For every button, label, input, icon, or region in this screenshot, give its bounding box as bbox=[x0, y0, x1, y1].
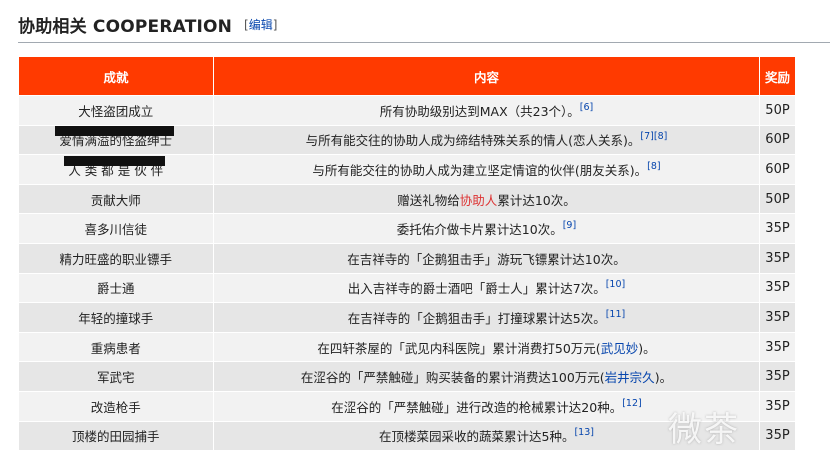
table-row: 军武宅 在涩谷的「严禁触碰」购买装备的累计消费达100万元(岩井宗久)。 35P bbox=[18, 361, 796, 392]
achievement-name: 大怪盗团成立 bbox=[78, 103, 154, 119]
table-row: 爵士通 出入吉祥寺的爵士酒吧「爵士人」累计达7次。[10] 35P bbox=[18, 273, 796, 304]
reward-cell: 35P bbox=[759, 332, 796, 363]
content-text: )。 bbox=[654, 370, 673, 386]
edit-bracket-close: ] bbox=[272, 18, 278, 32]
reference-link[interactable]: [9] bbox=[563, 220, 576, 231]
table-row: 喜多川信徒 委托佑介做卡片累计达10次。[9] 35P bbox=[18, 213, 796, 244]
achievement-name: 年轻的撞球手 bbox=[78, 310, 154, 326]
reward-cell: 35P bbox=[759, 213, 796, 244]
achievement-name-cell: 顶楼的田园捕手 bbox=[18, 421, 214, 452]
reference-link[interactable]: [12] bbox=[622, 398, 642, 409]
reference-link[interactable]: [10] bbox=[606, 279, 626, 290]
table-header-row: 成就 内容 奖励 bbox=[18, 56, 796, 96]
achievement-name: 精力旺盛的职业镖手 bbox=[59, 251, 172, 267]
table-row: 人 类 都 是 伙 伴 与所有能交往的协助人成为建立坚定情谊的伙伴(朋友关系)。[… bbox=[18, 154, 796, 185]
content-text: 在顶楼菜园采收的蔬菜累计达5种。 bbox=[379, 429, 575, 445]
content-link[interactable]: 武见妙 bbox=[601, 341, 639, 356]
redacted-name: 爱情满溢的怪盗绅士 bbox=[55, 125, 174, 149]
achievement-name: 顶楼的田园捕手 bbox=[71, 429, 160, 445]
content-text: 出入吉祥寺的爵士酒吧「爵士人」累计达7次。 bbox=[347, 281, 606, 297]
table-row: 年轻的撞球手 在吉祥寺的「企鹅狙击手」打撞球累计达5次。[11] 35P bbox=[18, 302, 796, 333]
content-text: 在吉祥寺的「企鹅狙击手」打撞球累计达5次。 bbox=[347, 310, 606, 326]
achievement-content-cell: 赠送礼物给协助人累计达10次。 bbox=[213, 184, 760, 215]
header-content: 内容 bbox=[213, 56, 760, 96]
content-text: 赠送礼物给 bbox=[397, 192, 460, 208]
reference-link[interactable]: [8] bbox=[647, 161, 660, 172]
content-text: 在四轩茶屋的「武见内科医院」累计消费打50万元( bbox=[317, 340, 601, 356]
achievement-content-cell: 在吉祥寺的「企鹅狙击手」打撞球累计达5次。[11] bbox=[213, 302, 760, 333]
watermark: 微茶 bbox=[668, 410, 740, 450]
achievement-content-cell: 委托佑介做卡片累计达10次。[9] bbox=[213, 213, 760, 244]
reward-cell: 35P bbox=[759, 361, 796, 392]
achievement-name-cell: 年轻的撞球手 bbox=[18, 302, 214, 333]
content-link[interactable]: 岩井宗久 bbox=[605, 370, 655, 385]
reference-link[interactable]: [11] bbox=[606, 309, 626, 320]
achievements-table: 成就 内容 奖励 大怪盗团成立 所有协助级别达到MAX（共23个）。[6] 50P 爱… bbox=[18, 56, 796, 452]
reward-cell: 35P bbox=[759, 243, 796, 274]
achievement-name-cell: 大怪盗团成立 bbox=[18, 95, 214, 126]
achievement-name-cell: 精力旺盛的职业镖手 bbox=[18, 243, 214, 274]
reference-link[interactable]: [6] bbox=[580, 102, 593, 113]
achievement-name: 重病患者 bbox=[90, 340, 141, 356]
header-achievement: 成就 bbox=[18, 56, 214, 96]
section-title: 协助相关 COOPERATION bbox=[18, 17, 233, 37]
achievement-name-cell: 改造枪手 bbox=[18, 391, 214, 422]
content-text: 累计达10次。 bbox=[497, 192, 576, 208]
achievement-name-cell: 爱情满溢的怪盗绅士 bbox=[18, 125, 214, 156]
achievement-content-cell: 与所有能交往的协助人成为建立坚定情谊的伙伴(朋友关系)。[8] bbox=[213, 154, 760, 185]
table-row: 贡献大师 赠送礼物给协助人累计达10次。 50P bbox=[18, 184, 796, 215]
reference-link[interactable]: [7][8] bbox=[640, 131, 667, 142]
edit-link[interactable]: 编辑 bbox=[249, 18, 273, 32]
header-reward: 奖励 bbox=[759, 56, 796, 96]
achievement-name-cell: 重病患者 bbox=[18, 332, 214, 363]
content-text: 在涩谷的「严禁触碰」购买装备的累计消费达100万元( bbox=[300, 370, 605, 386]
table-row: 大怪盗团成立 所有协助级别达到MAX（共23个）。[6] 50P bbox=[18, 95, 796, 126]
reward-cell: 35P bbox=[759, 302, 796, 333]
achievement-name: 改造枪手 bbox=[90, 399, 141, 415]
reward-cell: 50P bbox=[759, 184, 796, 215]
reward-cell: 60P bbox=[759, 154, 796, 185]
content-text: 与所有能交往的协助人成为缔结特殊关系的情人(恋人关系)。 bbox=[305, 133, 641, 149]
achievement-name-cell: 喜多川信徒 bbox=[18, 213, 214, 244]
reference-link[interactable]: [13] bbox=[574, 427, 594, 438]
redaction-bar bbox=[55, 125, 174, 137]
table-row: 爱情满溢的怪盗绅士 与所有能交往的协助人成为缔结特殊关系的情人(恋人关系)。[7]… bbox=[18, 125, 796, 156]
content-text: 在吉祥寺的「企鹅狙击手」游玩飞镖累计达10次。 bbox=[347, 251, 626, 267]
achievement-name: 喜多川信徒 bbox=[84, 222, 147, 238]
table-row: 重病患者 在四轩茶屋的「武见内科医院」累计消费打50万元(武见妙)。 35P bbox=[18, 332, 796, 363]
achievement-name-cell: 人 类 都 是 伙 伴 bbox=[18, 154, 214, 185]
redaction-bar bbox=[64, 155, 166, 166]
content-text: )。 bbox=[638, 340, 656, 356]
table-row: 精力旺盛的职业镖手 在吉祥寺的「企鹅狙击手」游玩飞镖累计达10次。 35P bbox=[18, 243, 796, 274]
achievement-name: 贡献大师 bbox=[90, 192, 141, 208]
achievement-content-cell: 所有协助级别达到MAX（共23个）。[6] bbox=[213, 95, 760, 126]
achievement-name-cell: 贡献大师 bbox=[18, 184, 214, 215]
reward-cell: 50P bbox=[759, 95, 796, 126]
content-text: 与所有能交往的协助人成为建立坚定情谊的伙伴(朋友关系)。 bbox=[312, 162, 648, 178]
reward-cell: 35P bbox=[759, 273, 796, 304]
content-text: 在涩谷的「严禁触碰」进行改造的枪械累计达20种。 bbox=[331, 399, 623, 415]
content-text: 所有协助级别达到MAX（共23个）。 bbox=[379, 103, 580, 119]
redacted-name: 人 类 都 是 伙 伴 bbox=[64, 155, 166, 179]
achievement-name-cell: 爵士通 bbox=[18, 273, 214, 304]
achievement-content-cell: 与所有能交往的协助人成为缔结特殊关系的情人(恋人关系)。[7][8] bbox=[213, 125, 760, 156]
edit-link-wrapper: [编辑] bbox=[244, 16, 277, 33]
achievement-content-cell: 在涩谷的「严禁触碰」购买装备的累计消费达100万元(岩井宗久)。 bbox=[213, 361, 760, 392]
achievement-name-cell: 军武宅 bbox=[18, 361, 214, 392]
content-highlight[interactable]: 协助人 bbox=[460, 193, 498, 208]
section-heading: 协助相关 COOPERATION [编辑] bbox=[18, 12, 830, 43]
achievement-name: 爵士通 bbox=[96, 281, 135, 297]
achievement-content-cell: 出入吉祥寺的爵士酒吧「爵士人」累计达7次。[10] bbox=[213, 273, 760, 304]
achievement-name: 军武宅 bbox=[96, 370, 135, 386]
achievement-content-cell: 在吉祥寺的「企鹅狙击手」游玩飞镖累计达10次。 bbox=[213, 243, 760, 274]
reward-cell: 60P bbox=[759, 125, 796, 156]
content-text: 委托佑介做卡片累计达10次。 bbox=[396, 222, 563, 238]
achievement-content-cell: 在四轩茶屋的「武见内科医院」累计消费打50万元(武见妙)。 bbox=[213, 332, 760, 363]
